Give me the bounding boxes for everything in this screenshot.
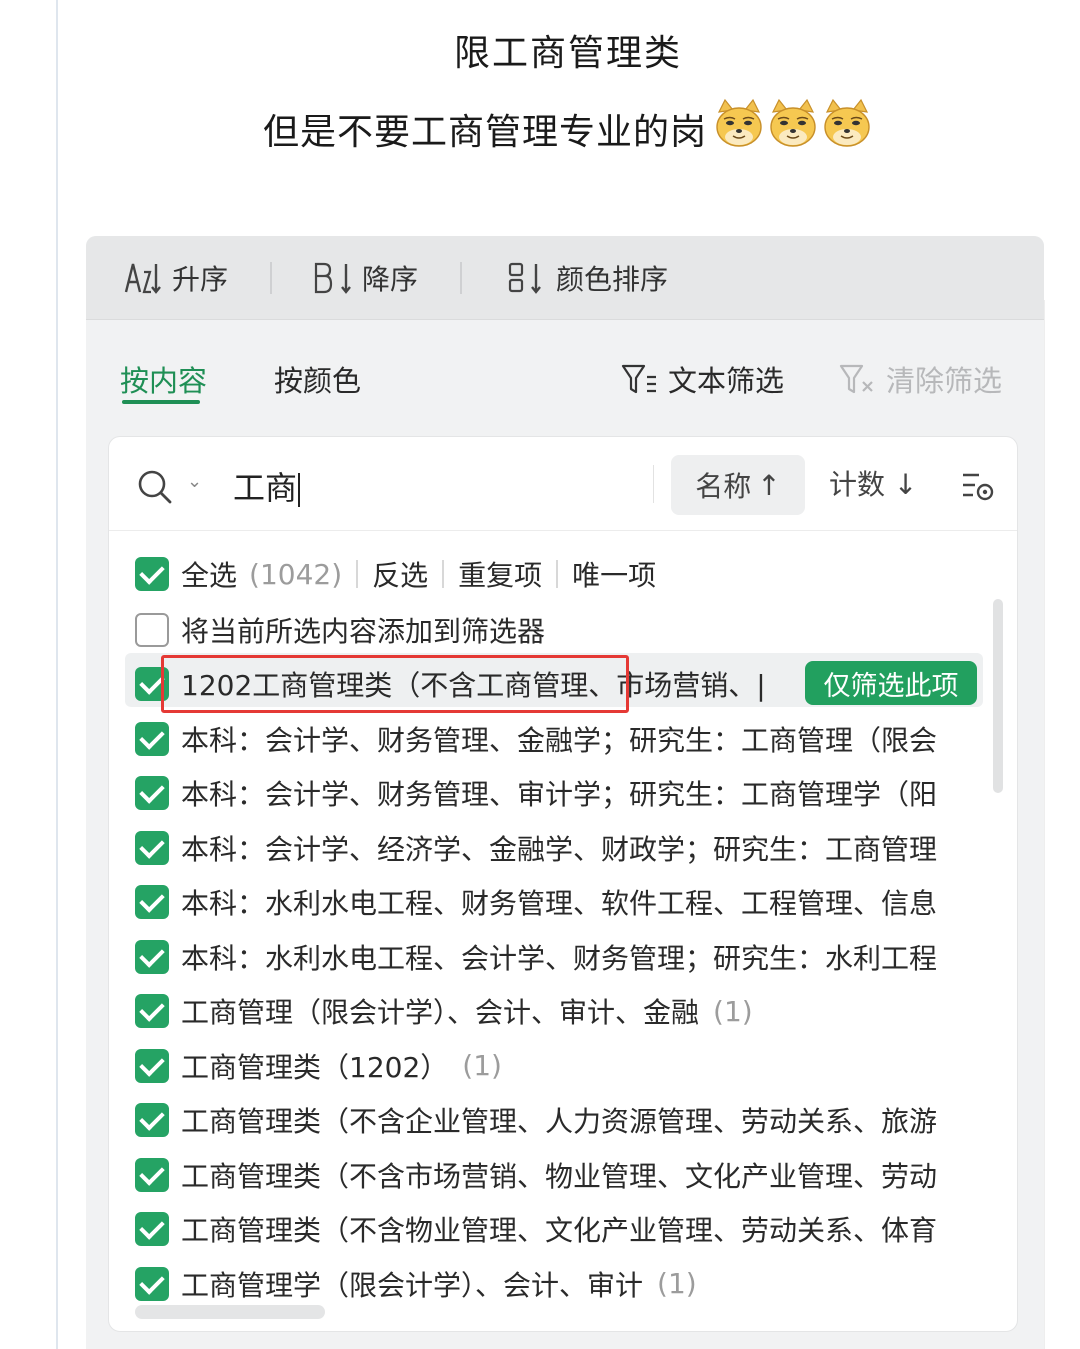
vertical-scrollbar[interactable] (993, 599, 1003, 793)
list-item-label: 工商管理（限会计学）、会计、审计、金融 (181, 996, 700, 1029)
list-item-label: 工商管理学（限会计学）、会计、审计 (181, 1268, 644, 1302)
chevron-down-icon[interactable]: ⌄ (187, 471, 202, 492)
list-options-icon[interactable] (959, 467, 995, 503)
search-icon[interactable] (135, 467, 175, 507)
list-item-checkbox[interactable] (135, 1103, 169, 1137)
list-item[interactable]: 工商管理（限会计学）、会计、审计、金融 (1) (135, 988, 985, 1034)
select-all-count: (1042) (249, 557, 343, 591)
sort-by-name-label: 名称 (695, 470, 752, 503)
sort-descending-label: 降序 (362, 263, 419, 296)
list-item[interactable]: 工商管理类（1202） (1) (135, 1043, 985, 1089)
list-item-checkbox[interactable] (135, 1266, 169, 1301)
list-item-label: 本科：会计学、财务管理、金融学；研究生：工商管理（限会 (181, 723, 938, 757)
sort-ascending-icon (124, 263, 161, 294)
clear-filter-icon (839, 364, 873, 394)
add-to-filter-label[interactable]: 将当前所选内容添加到筛选器 (181, 610, 545, 650)
add-to-filter-checkbox[interactable] (135, 613, 169, 647)
select-all-row: 全选 (1042) 反选 重复项 唯一项 (135, 551, 995, 597)
search-input-value: 工商 (233, 469, 298, 507)
list-item-count: (1) (462, 1049, 502, 1082)
active-tab-indicator (122, 400, 200, 404)
list-item[interactable]: 工商管理类（不含市场营销、物业管理、文化产业管理、劳动 (135, 1152, 985, 1198)
list-item[interactable]: 工商管理学（限会计学）、会计、审计 (1) (135, 1261, 985, 1307)
list-item-label: 本科：会计学、财务管理、审计学；研究生：工商管理学（阳 (181, 778, 938, 811)
filter-panel: 升序 降序 颜色排序 按内容 按颜色 文本筛选 清除筛选 ⌄ 工商 名称 ↑ 计… (86, 236, 1044, 1349)
filter-icon (621, 364, 656, 394)
doge-face-icon (713, 98, 765, 150)
caption-line-1: 限工商管理类 (453, 33, 682, 74)
search-input[interactable]: 工商 (233, 463, 301, 509)
separator (356, 560, 359, 588)
separator (442, 560, 445, 588)
list-item[interactable]: 工商管理类（不含物业管理、文化产业管理、劳动关系、体育 (135, 1206, 985, 1252)
sort-by-count-button[interactable]: 计数 ↓ (829, 463, 917, 503)
list-item-label: 工商管理类（不含物业管理、文化产业管理、劳动关系、体育 (181, 1214, 938, 1247)
list-item-checkbox[interactable] (135, 939, 169, 974)
unique-link[interactable]: 唯一项 (572, 554, 656, 594)
list-item-checkbox[interactable] (135, 776, 169, 810)
caption-line-2: 但是不要工商管理专业的岗 (60, 98, 1076, 159)
color-sort-button[interactable]: 颜色排序 (506, 258, 668, 298)
list-item-label: 本科：会计学、经济学、金融学、财政学；研究生：工商管理 (181, 832, 938, 866)
sort-ascending-button[interactable]: 升序 (122, 258, 228, 298)
list-item[interactable]: 本科：会计学、财务管理、审计学；研究生：工商管理学（阳 (135, 770, 985, 816)
text-cursor (298, 473, 301, 507)
list-item-label: 本科：水利水电工程、财务管理、软件工程、工程管理、信息 (181, 887, 938, 920)
list-item-checkbox[interactable] (135, 830, 169, 865)
sort-descending-button[interactable]: 降序 (312, 258, 418, 298)
sort-by-name-button[interactable]: 名称 ↑ (671, 455, 805, 515)
sort-by-count-label: 计数 (829, 468, 886, 501)
list-item-count: (1) (713, 994, 753, 1028)
list-item-checkbox[interactable] (135, 1048, 169, 1083)
filter-only-this-button[interactable]: 仅筛选此项 (805, 661, 977, 705)
select-all-checkbox[interactable] (135, 557, 169, 591)
list-item-checkbox[interactable] (135, 1157, 169, 1192)
separator (556, 560, 559, 588)
caption-line-2-text: 但是不要工商管理专业的岗 (262, 111, 707, 153)
value-list-box: ⌄ 工商 名称 ↑ 计数 ↓ 全选 (1042) 反选 重复项 唯一项 将当前所… (108, 436, 1018, 1332)
list-item[interactable]: 本科：水利水电工程、会计学、财务管理；研究生：水利工程 (135, 934, 985, 980)
tab-by-color[interactable]: 按颜色 (274, 358, 361, 400)
arrow-up-icon: ↑ (757, 468, 781, 502)
sort-descending-icon (314, 262, 351, 294)
list-item-label: 工商管理类（不含市场营销、物业管理、文化产业管理、劳动 (181, 1159, 938, 1193)
select-all-label[interactable]: 全选 (181, 554, 237, 594)
duplicates-link[interactable]: 重复项 (458, 554, 542, 594)
arrow-down-icon: ↓ (893, 468, 918, 501)
invert-selection-link[interactable]: 反选 (372, 554, 428, 594)
color-sort-label: 颜色排序 (556, 263, 669, 296)
doge-face-icon (767, 98, 819, 150)
list-item-label: 工商管理类（1202） (181, 1050, 449, 1084)
list-item[interactable]: 本科：会计学、财务管理、金融学；研究生：工商管理（限会 (135, 716, 985, 762)
left-divider (56, 0, 58, 1349)
tab-by-content[interactable]: 按内容 (120, 358, 207, 400)
clear-filter-button[interactable]: 清除筛选 (838, 358, 1002, 400)
list-item-checkbox[interactable] (135, 994, 169, 1028)
list-item-checkbox[interactable] (135, 1212, 169, 1246)
doge-face-icon (821, 98, 873, 150)
list-item-label: 工商管理类（不含企业管理、人力资源管理、劳动关系、旅游 (181, 1105, 938, 1138)
list-item-checkbox[interactable] (135, 721, 169, 756)
add-to-filter-row: 将当前所选内容添加到筛选器 (135, 607, 995, 653)
list-item[interactable]: 工商管理类（不含企业管理、人力资源管理、劳动关系、旅游 (135, 1097, 985, 1143)
right-divider (1044, 300, 1045, 1349)
search-separator (653, 465, 654, 503)
list-item-count: (1) (657, 1267, 697, 1300)
text-filter-button[interactable]: 文本筛选 (620, 358, 784, 400)
list-item[interactable]: 本科：水利水电工程、财务管理、软件工程、工程管理、信息 (135, 879, 985, 925)
search-bar: ⌄ 工商 名称 ↑ 计数 ↓ (109, 437, 1017, 531)
emoji-group (711, 98, 873, 159)
list-item[interactable]: 本科：会计学、经济学、金融学、财政学；研究生：工商管理 (135, 825, 985, 871)
list-item-checkbox[interactable] (135, 885, 169, 919)
color-sort-icon (508, 262, 541, 294)
text-filter-label: 文本筛选 (668, 364, 785, 398)
clear-filter-label: 清除筛选 (886, 364, 1003, 398)
toolbar-separator (270, 262, 272, 294)
sort-ascending-label: 升序 (172, 263, 229, 296)
toolbar-separator (460, 262, 462, 294)
list-item-label: 本科：水利水电工程、会计学、财务管理；研究生：水利工程 (181, 941, 938, 975)
annotation-highlight-box (161, 655, 629, 713)
sort-toolbar: 升序 降序 颜色排序 (86, 236, 1044, 320)
horizontal-scrollbar[interactable] (135, 1305, 325, 1319)
